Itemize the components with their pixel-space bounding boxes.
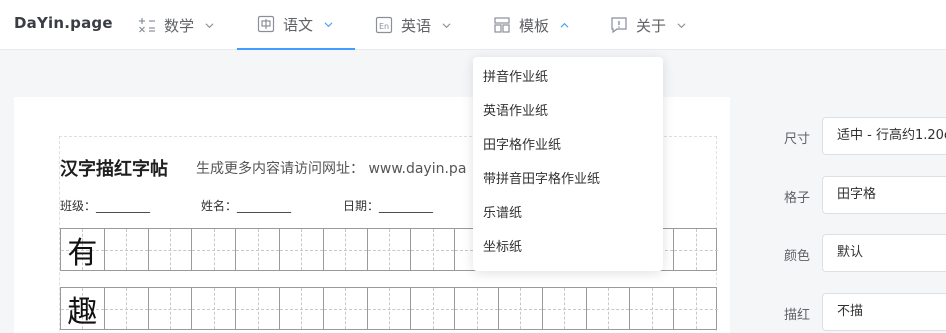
chevron-down-icon <box>677 22 686 28</box>
practice-cell <box>367 229 412 270</box>
practice-cell <box>192 288 237 329</box>
worksheet-subtitle: 生成更多内容请访问网址： www.dayin.pa <box>196 161 467 177</box>
size-select[interactable]: 适中 - 行高约1.20c <box>822 117 946 155</box>
math-icon <box>139 18 155 33</box>
chevron-up-icon <box>560 22 569 28</box>
model-char-cell: 趣 <box>61 288 105 330</box>
practice-cell <box>323 229 368 270</box>
size-label: 尺寸 <box>784 132 811 147</box>
date-field: 日期：_________ <box>343 199 434 213</box>
chevron-down-icon <box>442 22 451 28</box>
practice-cell <box>104 288 149 329</box>
nav-about-label: 关于 <box>636 16 667 35</box>
grid-label: 格子 <box>784 191 811 206</box>
practice-cell <box>104 229 149 270</box>
site-logo[interactable]: DaYin.page <box>14 14 113 32</box>
color-label: 颜色 <box>784 249 811 264</box>
name-field: 姓名：_________ <box>201 199 292 213</box>
menu-item-music-paper[interactable]: 乐谱纸 <box>473 197 663 231</box>
nav-chinese[interactable]: 语文 <box>237 0 355 50</box>
menu-item-english-paper[interactable]: 英语作业纸 <box>473 95 663 129</box>
chevron-down-icon <box>324 21 333 27</box>
class-field: 班级：_________ <box>60 199 151 213</box>
grid-select[interactable]: 田字格 <box>822 176 946 214</box>
practice-cell <box>411 288 456 329</box>
svg-text:En: En <box>379 22 389 31</box>
model-char-cell: 有 <box>61 229 105 271</box>
practice-cell <box>192 229 237 270</box>
trace-setting: 描红 不描 <box>764 293 946 331</box>
practice-cell <box>236 229 280 270</box>
top-nav-bar: DaYin.page 数学 语文 En 英语 模板 关于 <box>0 0 946 50</box>
color-select[interactable]: 默认 <box>822 234 946 272</box>
practice-cell <box>542 288 587 329</box>
grid-setting: 格子 田字格 <box>764 176 946 214</box>
menu-item-pinyin-tianzige-paper[interactable]: 带拼音田字格作业纸 <box>473 163 663 197</box>
practice-cell <box>455 288 499 329</box>
practice-cell <box>236 288 280 329</box>
info-icon <box>611 17 627 34</box>
color-setting: 颜色 默认 <box>764 234 946 272</box>
nav-template-label: 模板 <box>519 16 550 35</box>
template-dropdown-menu: 拼音作业纸 英语作业纸 田字格作业纸 带拼音田字格作业纸 乐谱纸 坐标纸 <box>473 57 663 271</box>
nav-about[interactable]: 关于 <box>610 0 686 50</box>
settings-panel: 尺寸 适中 - 行高约1.20c 格子 田字格 颜色 默认 描红 不描 <box>764 97 946 333</box>
nav-math[interactable]: 数学 <box>138 0 214 50</box>
trace-select[interactable]: 不描 <box>822 293 946 331</box>
menu-item-graph-paper[interactable]: 坐标纸 <box>473 231 663 265</box>
model-char: 趣 <box>67 294 98 330</box>
menu-item-pinyin-paper[interactable]: 拼音作业纸 <box>473 61 663 95</box>
practice-cell <box>279 288 324 329</box>
english-icon: En <box>375 16 393 34</box>
chinese-char-icon <box>257 15 275 33</box>
practice-cell <box>367 288 412 329</box>
nav-chinese-label: 语文 <box>283 15 314 34</box>
practice-cell <box>498 288 543 329</box>
practice-cell <box>630 288 675 329</box>
practice-cell <box>148 229 193 270</box>
practice-row: 趣 <box>60 287 718 330</box>
practice-cell <box>586 288 631 329</box>
practice-cell <box>148 288 193 329</box>
template-icon <box>494 17 510 33</box>
model-char: 有 <box>67 235 98 271</box>
nav-english[interactable]: En 英语 <box>375 0 451 50</box>
practice-cell <box>279 229 324 270</box>
worksheet-title: 汉字描红字帖 <box>60 159 168 180</box>
menu-item-tianzige-paper[interactable]: 田字格作业纸 <box>473 129 663 163</box>
size-setting: 尺寸 适中 - 行高约1.20c <box>764 117 946 155</box>
practice-cell <box>411 229 456 270</box>
practice-cell <box>674 288 718 329</box>
practice-cell <box>674 229 718 270</box>
nav-math-label: 数学 <box>164 16 195 35</box>
trace-label: 描红 <box>784 308 811 323</box>
practice-cell <box>323 288 368 329</box>
nav-english-label: 英语 <box>401 16 432 35</box>
chevron-down-icon <box>205 22 214 28</box>
nav-template[interactable]: 模板 <box>493 0 569 50</box>
